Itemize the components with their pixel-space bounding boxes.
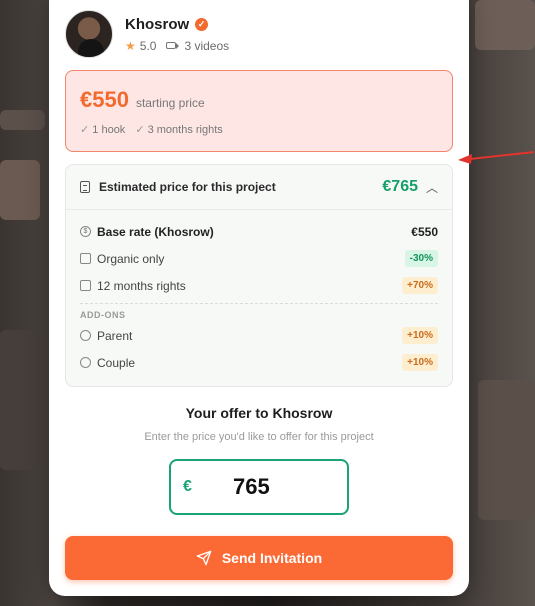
video-icon: [166, 42, 180, 49]
creator-header: Khosrow ✓ ★ 5.0 3 videos: [65, 10, 229, 58]
annotation-arrow: [458, 151, 535, 164]
estimate-panel: Estimated price for this project €765 ︿ …: [65, 164, 453, 387]
row-label: 12 months rights: [97, 278, 186, 293]
starting-price-value: €550: [80, 87, 129, 112]
estimate-total: €765: [382, 178, 418, 195]
starting-price-label: starting price: [135, 96, 205, 110]
addon-label: Parent: [97, 328, 133, 343]
send-icon: [196, 550, 212, 566]
row-label: Base rate (Khosrow): [97, 224, 214, 239]
estimate-header[interactable]: Estimated price for this project €765 ︿: [66, 165, 452, 210]
addon-badge: +10%: [402, 354, 438, 371]
creator-name: Khosrow: [125, 15, 190, 33]
verified-icon: ✓: [195, 17, 209, 31]
creator-offer-modal: Khosrow ✓ ★ 5.0 3 videos €550 starting p…: [49, 0, 469, 596]
include-rights: 3 months rights: [135, 123, 223, 136]
row-value: €550: [411, 224, 438, 239]
estimate-title: Estimated price for this project: [99, 180, 276, 194]
document-icon: [80, 280, 91, 291]
include-hook: 1 hook: [80, 123, 125, 136]
offer-subtitle: Enter the price you'd like to offer for …: [144, 431, 374, 443]
row-label: Organic only: [97, 251, 165, 266]
person-icon: [80, 330, 91, 341]
divider: [80, 303, 438, 304]
avatar: [65, 10, 113, 58]
addon-row: Parent +10%: [80, 322, 438, 349]
creator-videos: 3 videos: [184, 38, 230, 53]
offer-amount-value[interactable]: 765: [219, 474, 335, 500]
starting-price-box: €550 starting price 1 hook 3 months righ…: [65, 70, 453, 152]
receipt-icon: [80, 181, 90, 193]
estimate-row: Organic only -30%: [80, 245, 438, 272]
currency-symbol: €: [183, 478, 192, 495]
row-badge: +70%: [402, 277, 438, 294]
offer-amount-field[interactable]: € 765: [169, 459, 349, 515]
addon-badge: +10%: [402, 327, 438, 344]
person-icon: [80, 357, 91, 368]
dollar-icon: $: [80, 226, 91, 237]
offer-title: Your offer to Khosrow: [185, 405, 333, 421]
estimate-row: $ Base rate (Khosrow) €550: [80, 218, 438, 245]
star-icon: ★: [125, 38, 136, 53]
send-button-label: Send Invitation: [221, 550, 323, 566]
chevron-up-icon[interactable]: ︿: [426, 179, 438, 196]
megaphone-icon: [80, 253, 91, 264]
addons-heading: ADD-ONS: [80, 310, 126, 320]
addon-row: Couple +10%: [80, 349, 438, 376]
estimate-row: 12 months rights +70%: [80, 272, 438, 299]
send-invitation-button[interactable]: Send Invitation: [65, 536, 453, 580]
addon-label: Couple: [97, 355, 136, 370]
creator-rating: 5.0: [139, 38, 157, 53]
row-badge: -30%: [404, 250, 438, 267]
